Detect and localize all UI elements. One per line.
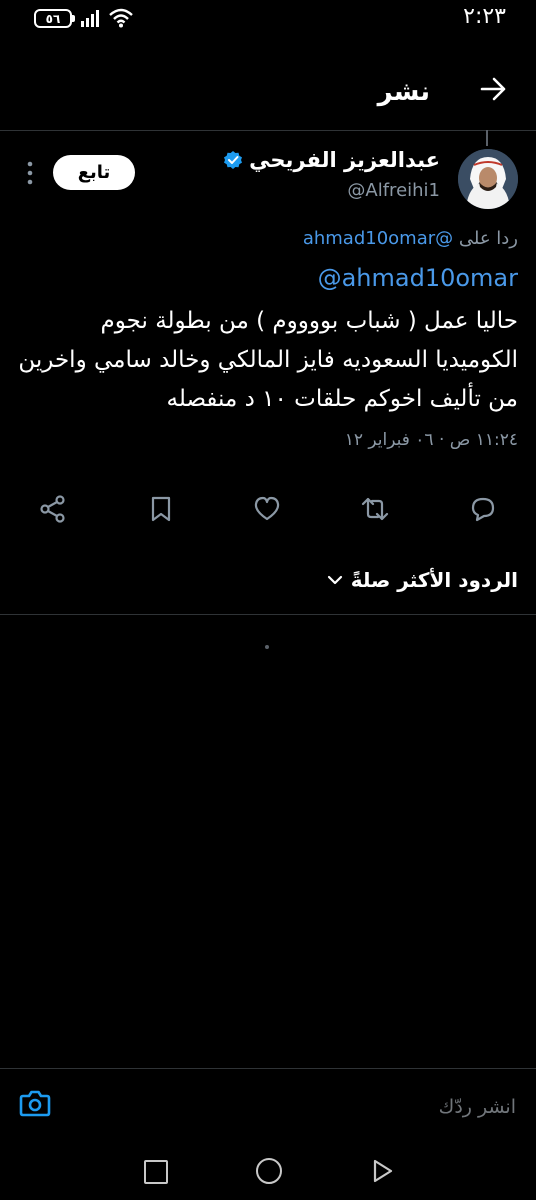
section-divider bbox=[0, 614, 536, 615]
camera-icon[interactable] bbox=[19, 1088, 51, 1118]
chevron-down-icon bbox=[327, 575, 342, 585]
like-icon[interactable] bbox=[252, 494, 282, 524]
reply-icon[interactable] bbox=[468, 494, 498, 524]
back-arrow-icon[interactable] bbox=[478, 74, 508, 104]
page-title: نشر bbox=[377, 77, 430, 107]
replies-sort-dropdown[interactable]: الردود الأكثر صلةً bbox=[327, 568, 518, 592]
more-options-icon[interactable] bbox=[22, 160, 38, 186]
loading-indicator bbox=[265, 645, 269, 649]
signal-icon bbox=[81, 10, 99, 27]
author-handle[interactable]: @Alfreihi1 bbox=[347, 180, 440, 201]
bookmark-icon[interactable] bbox=[146, 494, 176, 524]
composer-divider bbox=[0, 1068, 536, 1069]
share-icon[interactable] bbox=[38, 494, 68, 524]
nav-back-button[interactable] bbox=[372, 1158, 394, 1184]
nav-home-button[interactable] bbox=[256, 1158, 282, 1184]
retweet-icon[interactable] bbox=[360, 494, 390, 524]
tweet-mention-link[interactable]: @ahmad10omar bbox=[318, 264, 518, 292]
reply-input[interactable] bbox=[94, 1091, 518, 1123]
author-name-row[interactable]: عبدالعزيز الفريحي bbox=[223, 148, 440, 172]
status-time: ٢:٢٣ bbox=[463, 4, 506, 29]
verified-badge-icon bbox=[224, 151, 243, 169]
follow-button[interactable]: تابع bbox=[53, 155, 135, 190]
replies-sort-label: الردود الأكثر صلةً bbox=[350, 568, 518, 592]
reply-to-prefix: ردا على bbox=[458, 228, 518, 249]
avatar-image bbox=[458, 149, 518, 209]
thread-connector bbox=[486, 130, 488, 146]
header-divider bbox=[0, 130, 536, 131]
tweet-text: حاليا عمل ( شباب بووووم ) من بطولة نجوم … bbox=[18, 308, 518, 412]
reply-to-line: ردا على @ahmad10omar bbox=[303, 228, 518, 249]
tweet-timestamp[interactable]: ١١:٢٤ ص · ٠٦ فبراير ١٢ bbox=[345, 430, 518, 450]
nav-recents-button[interactable] bbox=[144, 1160, 168, 1184]
avatar[interactable] bbox=[458, 149, 518, 209]
author-name: عبدالعزيز الفريحي bbox=[249, 148, 440, 172]
reply-to-mention[interactable]: @ahmad10omar bbox=[303, 228, 453, 249]
battery-icon: ٥٦ bbox=[34, 9, 75, 28]
wifi-icon bbox=[109, 8, 133, 28]
